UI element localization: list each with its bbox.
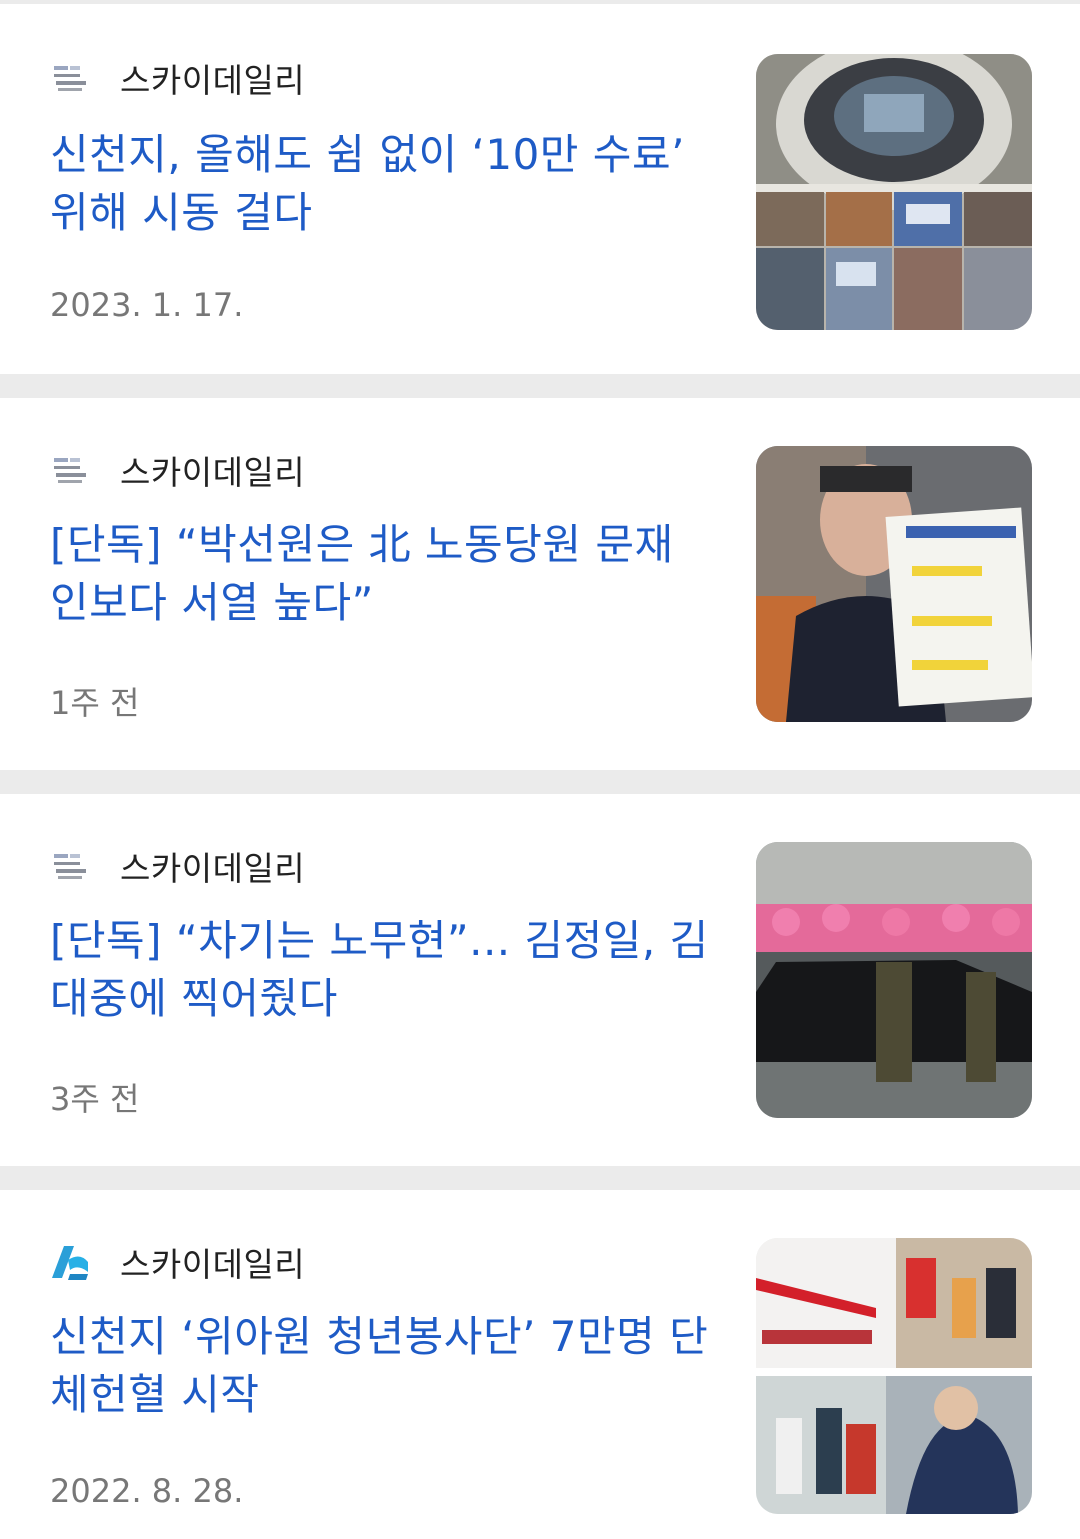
article-date: 2022. 8. 28. bbox=[50, 1472, 244, 1510]
source-name: 스카이데일리 bbox=[120, 61, 306, 100]
news-card[interactable]: 스카이데일리 [단독] “차기는 노무현”... 김정일, 김대중에 찍어줬다 … bbox=[0, 794, 1080, 1166]
source-name: 스카이데일리 bbox=[120, 849, 306, 888]
article-title[interactable]: 신천지, 올해도 쉼 없이 ‘10만 수료’ 위해 시동 걸다 bbox=[50, 126, 710, 242]
source-name: 스카이데일리 bbox=[120, 1245, 306, 1284]
source-row: 스카이데일리 bbox=[50, 448, 305, 492]
article-title[interactable]: 신천지 ‘위아원 청년봉사단’ 7만명 단체헌혈 시작 bbox=[50, 1308, 710, 1424]
article-date: 3주 전 bbox=[50, 1080, 140, 1118]
article-title[interactable]: [단독] “박선원은 北 노동당원 문재인보다 서열 높다” bbox=[50, 516, 710, 632]
article-date: 2023. 1. 17. bbox=[50, 286, 244, 324]
source-name: 스카이데일리 bbox=[120, 453, 306, 492]
politician-holding-sign-image[interactable] bbox=[756, 446, 1032, 722]
article-title[interactable]: [단독] “차기는 노무현”... 김정일, 김대중에 찍어줬다 bbox=[50, 912, 710, 1028]
news-card[interactable]: 스카이데일리 [단독] “박선원은 北 노동당원 문재인보다 서열 높다” 1주… bbox=[0, 398, 1080, 770]
article-date: 1주 전 bbox=[50, 684, 140, 722]
news-card[interactable]: 스카이데일리 신천지 ‘위아원 청년봉사단’ 7만명 단체헌혈 시작 2022.… bbox=[0, 1190, 1080, 1539]
news-card[interactable]: 스카이데일리 신천지, 올해도 쉼 없이 ‘10만 수료’ 위해 시동 걸다 2… bbox=[0, 4, 1080, 374]
motorcade-soldiers-image[interactable] bbox=[756, 842, 1032, 1118]
stadium-collage-image[interactable] bbox=[756, 54, 1032, 330]
sky-daily-logo-icon bbox=[50, 450, 90, 490]
news-feed: 스카이데일리 신천지, 올해도 쉼 없이 ‘10만 수료’ 위해 시동 걸다 2… bbox=[0, 0, 1080, 1539]
blood-donation-collage-image[interactable] bbox=[756, 1238, 1032, 1514]
sky-daily-logo-icon bbox=[50, 846, 90, 886]
source-row: 스카이데일리 bbox=[50, 56, 305, 100]
source-row: 스카이데일리 bbox=[50, 1240, 305, 1284]
sky-daily-blue-logo-icon bbox=[50, 1242, 90, 1282]
source-row: 스카이데일리 bbox=[50, 844, 305, 888]
sky-daily-logo-icon bbox=[50, 58, 90, 98]
